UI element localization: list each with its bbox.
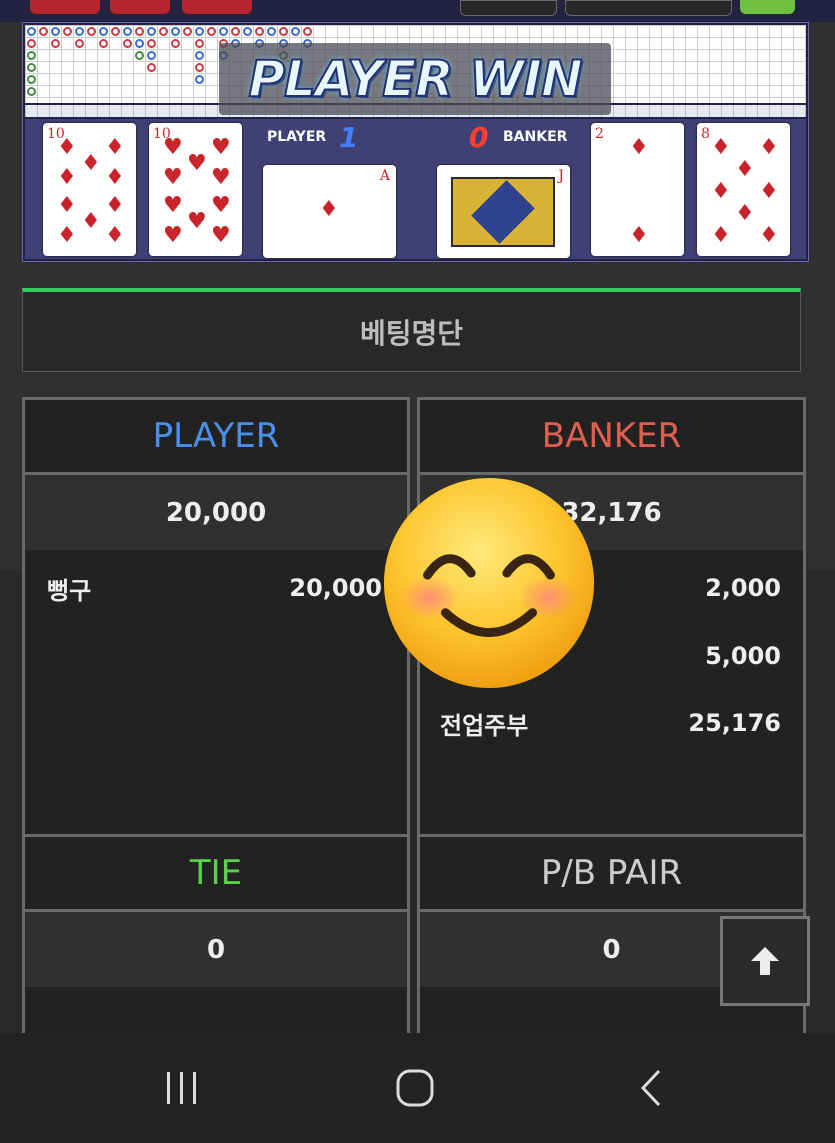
system-nav-bar [0,1033,835,1143]
banker-card-3: 8 ♦ ♦ ♦ ♦ ♦ ♦ ♦ ♦ [697,123,790,256]
bead-road-mark [39,27,48,36]
header-badge [182,0,252,14]
bead-road-mark [111,27,120,36]
scroll-top-button[interactable] [720,916,810,1006]
header-field [565,0,732,16]
smiling-face-emoji [383,477,595,689]
pair-panel-title: P/B PAIR [420,837,803,912]
game-top-strip [0,0,835,22]
bead-road-mark [195,75,204,84]
game-board: PLAYER WIN 10 ♦ ♦ ♦ ♦ ♦ ♦ ♦ ♦ ♦ ♦ 10 ♥ ♥ ♥ ♥ ♥… [22,22,809,262]
bead-road-mark [135,27,144,36]
bead-road-mark [99,39,108,48]
bettor-name: 뻥구 [47,576,92,605]
bead-road-mark [183,27,192,36]
back-icon [640,1069,661,1107]
bead-road-mark [27,75,36,84]
back-button[interactable] [620,1068,680,1108]
bead-road-mark [147,27,156,36]
banker-label: BANKER [503,129,568,145]
bead-road-mark [75,27,84,36]
jack-face-image [451,177,555,247]
bead-road-mark [171,39,180,48]
banker-score: 0 [469,121,489,154]
sound-button[interactable] [740,0,795,14]
bead-road-mark [135,39,144,48]
bead-road-mark [63,27,72,36]
bead-road-mark [255,27,264,36]
bead-road-mark [171,27,180,36]
bead-road-mark [147,63,156,72]
bead-road-mark [147,51,156,60]
header-badge [30,0,100,14]
bet-entry: 전업주부 25,176 [440,703,781,743]
recent-apps-button[interactable] [152,1068,212,1108]
player-label: PLAYER [267,129,327,145]
bead-road-mark [243,27,252,36]
result-banner-text: PLAYER WIN [247,49,583,109]
player-card-2: 10 ♥ ♥ ♥ ♥ ♥ ♥ ♥ ♥ ♥ ♥ [149,123,242,256]
card-rank: A [379,168,390,184]
bead-road-mark [195,63,204,72]
card-rank: 2 [595,126,604,142]
bead-road-mark [267,27,276,36]
player-bet-panel: PLAYER 20,000 뻥구 20,000 [22,397,410,837]
bead-road-mark [159,27,168,36]
bead-road-mark [51,27,60,36]
player-panel-title: PLAYER [25,400,407,475]
bead-road-mark [123,27,132,36]
banker-card-2: 2 ♦ ♦ [591,123,684,256]
bet-amount: 25,176 [688,709,781,737]
betting-list-header: 베팅명단 [22,288,801,372]
bead-road-mark [135,51,144,60]
arrow-up-icon [751,947,779,975]
bead-road-mark [207,27,216,36]
tie-bet-panel: TIE 0 [22,837,410,1037]
bet-amount: 5,000 [705,642,781,670]
result-banner: PLAYER WIN [219,43,611,115]
tie-panel-title: TIE [25,837,407,912]
banker-panel-title: BANKER [420,400,803,475]
player-card-3: A ♦ [263,165,396,258]
recent-apps-icon [167,1072,196,1104]
bead-road-mark [27,39,36,48]
player-card-1: 10 ♦ ♦ ♦ ♦ ♦ ♦ ♦ ♦ ♦ ♦ [43,123,136,256]
bead-road-mark [123,39,132,48]
bead-road-mark [27,27,36,36]
banker-card-1: J [437,165,570,258]
tie-total: 0 [25,912,407,987]
bead-road-mark [75,39,84,48]
header-badge [110,0,170,14]
bettor-name: 전업주부 [440,711,529,740]
bet-amount: 2,000 [705,574,781,602]
player-total: 20,000 [25,475,407,550]
bead-road-mark [195,51,204,60]
card-rank: 8 [701,126,710,142]
bead-road-mark [27,87,36,96]
betting-list-title: 베팅명단 [359,316,464,350]
bead-road-mark [195,39,204,48]
bead-road-mark [27,63,36,72]
bead-road-mark [231,27,240,36]
header-counter [460,0,557,16]
bead-road-mark [195,27,204,36]
bead-road-mark [279,27,288,36]
bead-road-mark [291,27,300,36]
player-score: 1 [339,121,359,154]
home-icon [396,1069,434,1107]
bead-road-mark [51,39,60,48]
bead-road-mark [99,27,108,36]
bet-entry: 뻥구 20,000 [47,568,382,608]
bead-road-mark [147,39,156,48]
card-table: 10 ♦ ♦ ♦ ♦ ♦ ♦ ♦ ♦ ♦ ♦ 10 ♥ ♥ ♥ ♥ ♥ ♥ ♥ ♥ ♥ ♥ PL… [25,119,806,259]
home-button[interactable] [385,1068,445,1108]
bead-road-mark [27,51,36,60]
bet-amount: 20,000 [289,574,382,602]
bead-road-mark [303,27,312,36]
bead-road-mark [219,27,228,36]
bead-road-mark [87,27,96,36]
card-rank: J [558,168,564,184]
